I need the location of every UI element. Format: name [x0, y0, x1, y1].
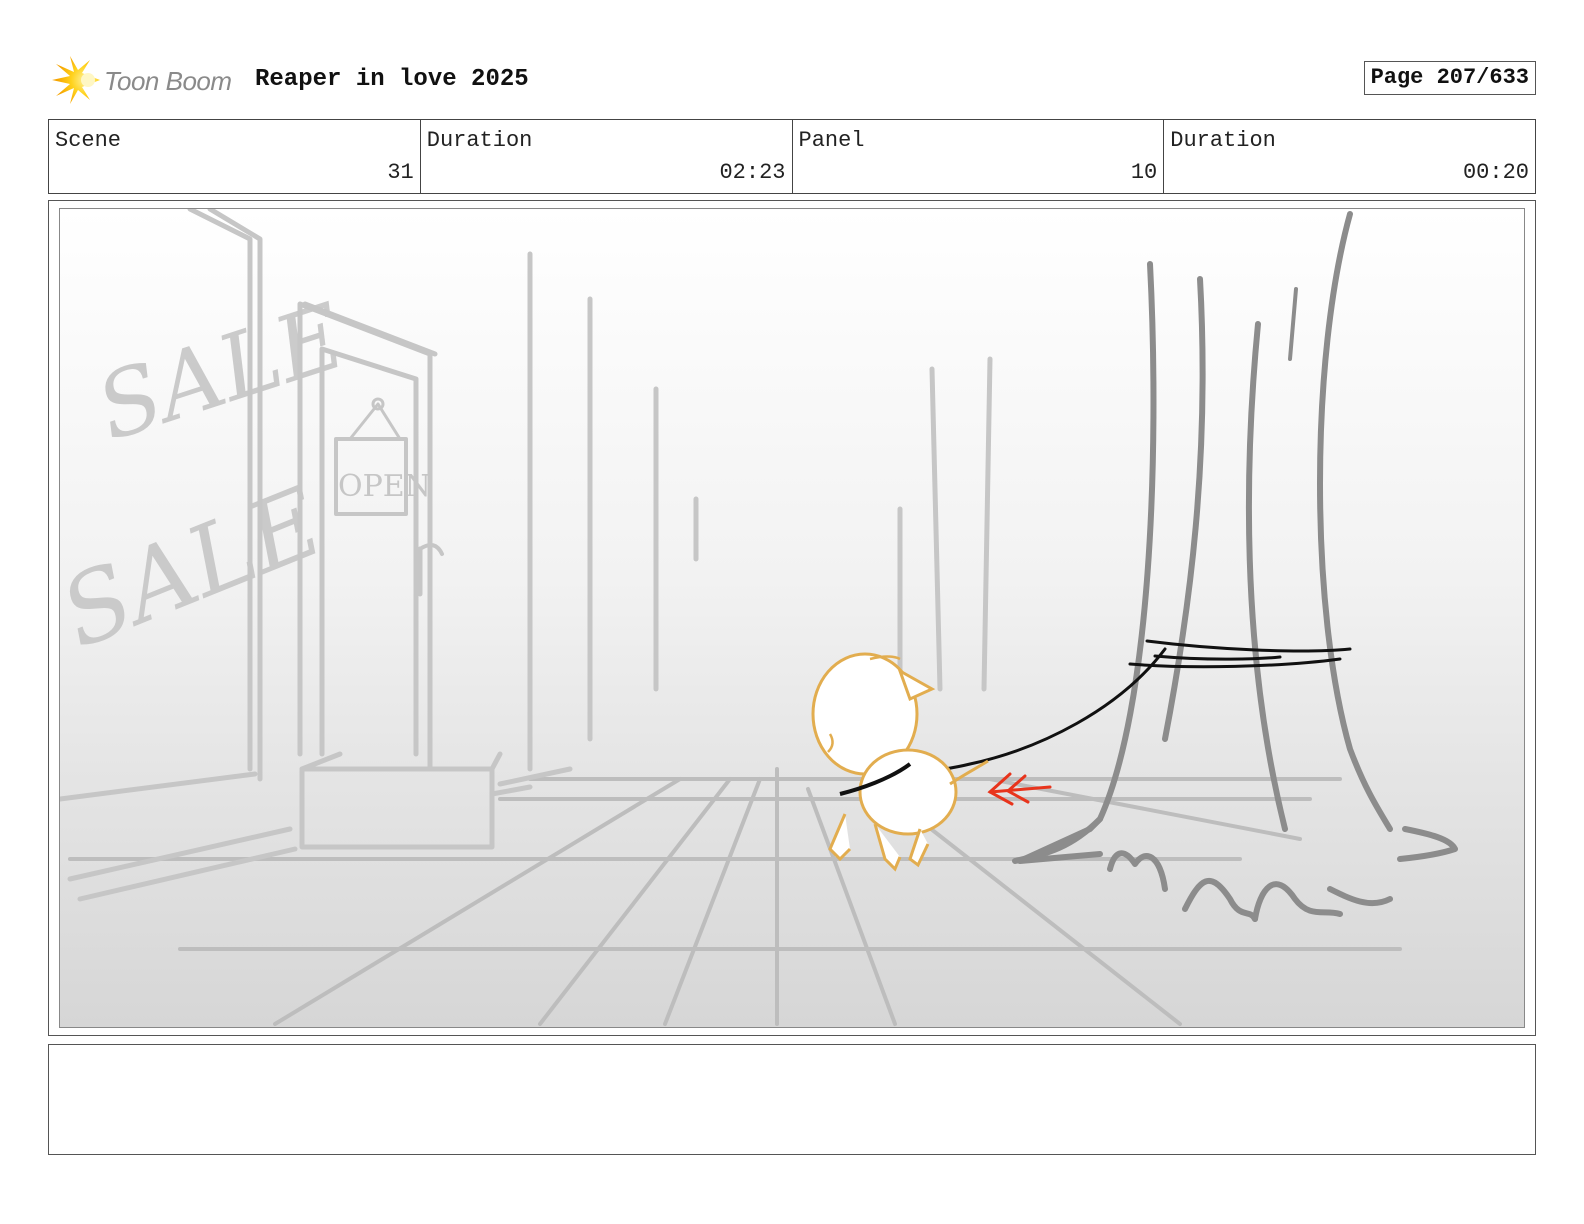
toon-boom-logo: Toon Boom — [52, 56, 242, 104]
panel-value: 10 — [1130, 160, 1158, 185]
scene-duration-value: 02:23 — [719, 160, 786, 185]
scene-label: Scene — [55, 128, 122, 153]
panel-duration-cell: Duration 00:20 — [1164, 120, 1535, 193]
logo-wordmark: Toon Boom — [104, 66, 232, 96]
panel-frame: SALE SALE OPEN — [48, 200, 1536, 1036]
panel-notes-box[interactable] — [48, 1044, 1536, 1155]
storyboard-title: Reaper in love 2025 — [255, 66, 529, 93]
open-sign: OPEN — [338, 469, 431, 504]
scene-duration-label: Duration — [426, 128, 533, 153]
page-indicator: Page 207/633 — [1363, 61, 1536, 95]
scene-value: 31 — [387, 160, 414, 185]
scene-cell: Scene 31 — [49, 120, 421, 193]
panel-label: Panel — [798, 128, 865, 153]
panel-duration-label: Duration — [1170, 128, 1276, 153]
panel-cell: Panel 10 — [793, 120, 1165, 193]
panel-duration-value: 00:20 — [1462, 160, 1529, 185]
sunburst-logo-icon — [52, 56, 100, 104]
page-header: Toon Boom Reaper in love 2025 Page 207/6… — [50, 52, 1536, 108]
scene-info-table: Scene 31 Duration 02:23 Panel 10 Duratio… — [48, 119, 1536, 194]
storyboard-sketch: SALE SALE OPEN — [60, 209, 1524, 1027]
panel-image: SALE SALE OPEN — [59, 208, 1525, 1028]
scene-duration-cell: Duration 02:23 — [421, 120, 793, 193]
